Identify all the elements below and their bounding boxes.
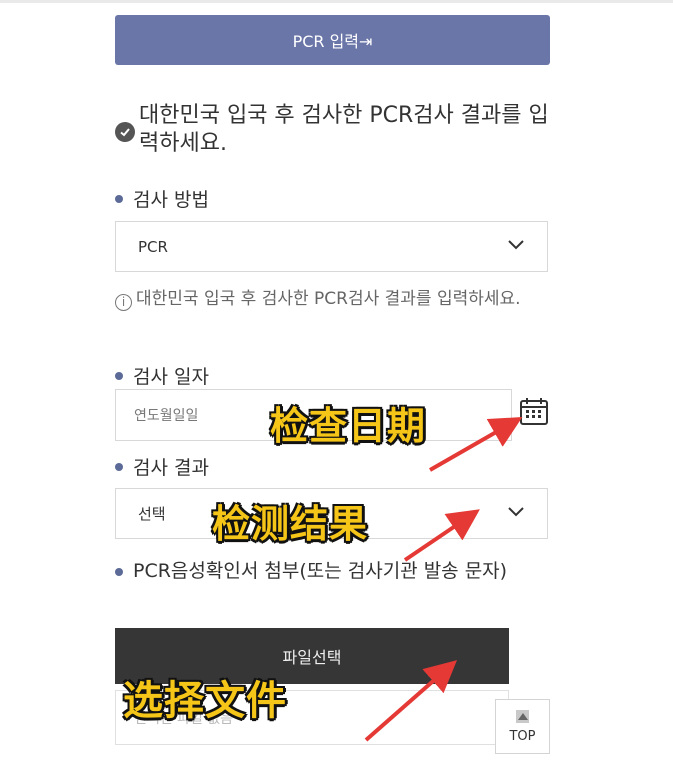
bullet-icon xyxy=(115,568,123,576)
attachment-label: PCR음성확인서 첨부(또는 검사기관 발송 문자) xyxy=(115,558,555,585)
notice-text: 대한민국 입국 후 검사한 PCR검사 결과를 입력하세요. xyxy=(139,103,549,156)
test-result-label: 검사 결과 xyxy=(115,453,209,480)
chevron-down-icon xyxy=(508,240,524,250)
test-method-value: PCR xyxy=(138,237,168,256)
test-result-value: 선택 xyxy=(138,505,166,523)
scroll-top-button[interactable]: TOP xyxy=(495,699,550,754)
bullet-icon xyxy=(115,194,123,203)
info-text: 대한민국 입국 후 검사한 PCR검사 결과를 입력하세요. xyxy=(136,289,521,309)
choose-file-label: 파일선택 xyxy=(282,648,342,667)
info-message: i 대한민국 입국 후 검사한 PCR검사 결과를 입력하세요. xyxy=(115,286,555,313)
window-top-edge xyxy=(0,0,673,3)
annotation-check-date: 检查日期 xyxy=(270,404,427,448)
bullet-icon xyxy=(115,462,123,471)
annotation-choose-file: 选择文件 xyxy=(123,678,287,724)
check-circle-icon xyxy=(115,122,135,142)
arrow-up-icon xyxy=(516,709,529,723)
info-icon: i xyxy=(115,294,132,311)
test-date-label: 검사 일자 xyxy=(115,362,209,389)
chevron-down-icon xyxy=(508,507,524,517)
test-date-placeholder: 연도월일일 xyxy=(134,408,199,424)
calendar-icon[interactable] xyxy=(519,396,549,426)
pcr-input-button-label: PCR 입력⇥ xyxy=(292,32,373,51)
test-method-select[interactable]: PCR xyxy=(115,221,548,272)
bullet-icon xyxy=(115,371,123,380)
test-method-label: 검사 방법 xyxy=(115,185,209,212)
top-label: TOP xyxy=(509,728,536,744)
notice: 대한민국 입국 후 검사한 PCR검사 결과를 입력하세요. xyxy=(115,102,555,158)
pcr-input-button[interactable]: PCR 입력⇥ xyxy=(115,15,550,65)
annotation-test-result: 检测结果 xyxy=(212,502,369,546)
